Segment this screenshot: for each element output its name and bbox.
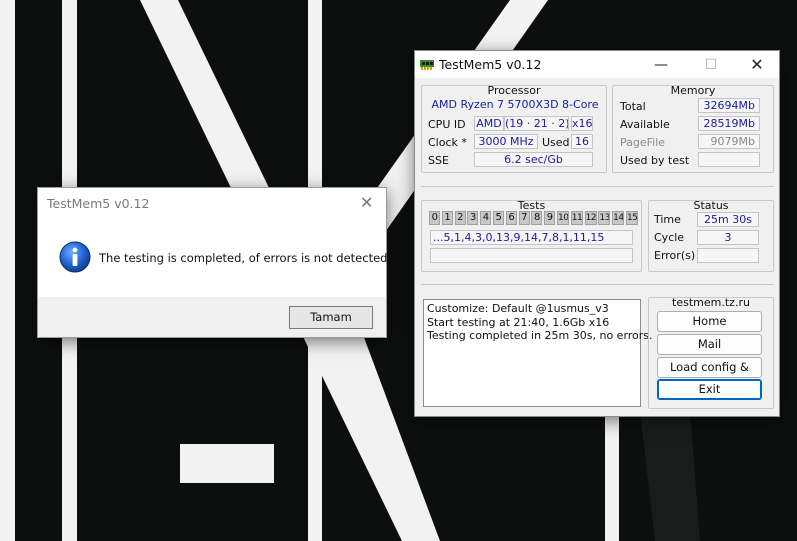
test-tile-0: 0: [429, 211, 440, 225]
message-box: TestMem5 v0.12 ✕ The testing is complete…: [37, 187, 391, 338]
used-by-test-field: [698, 152, 760, 167]
cycle-label: Cycle: [654, 231, 685, 244]
cpu-id-label: CPU ID: [428, 118, 466, 131]
processor-group-title: Processor: [487, 84, 541, 97]
cpu-name: AMD Ryzen 7 5700X3D 8-Core: [431, 98, 599, 111]
test-tile-3: 3: [467, 211, 479, 225]
test-tile-12: 12: [584, 211, 597, 225]
message-text: The testing is completed, of errors is n…: [99, 251, 392, 265]
close-button[interactable]: ✕: [737, 51, 777, 78]
log-line: Testing completed in 25m 30s, no errors.: [427, 329, 653, 342]
cpu-id-value-field: (19 · 21 · 2): [504, 116, 569, 131]
clock-label: Clock *: [428, 136, 467, 149]
test-tile-11: 11: [570, 211, 583, 225]
test-tile-5: 5: [492, 211, 504, 225]
total-label: Total: [620, 100, 646, 113]
used-by-test-label: Used by test: [620, 154, 690, 167]
memory-chip-icon: [420, 60, 434, 70]
info-icon: [59, 241, 91, 273]
log-output[interactable]: Customize: Default @1usmus_v3 Start test…: [423, 299, 653, 407]
home-button[interactable]: Home: [657, 311, 762, 332]
minimize-button[interactable]: —: [641, 51, 681, 78]
load-config-button[interactable]: Load config & exit: [657, 357, 762, 393]
site-link[interactable]: testmem.tz.ru: [649, 296, 773, 309]
total-field: 32694Mb: [698, 98, 760, 113]
sse-label: SSE: [428, 154, 449, 167]
test-tile-13: 13: [598, 211, 611, 225]
test-tile-9: 9: [544, 211, 556, 225]
cycle-field: 3: [697, 230, 759, 245]
mail-button[interactable]: Mail: [657, 334, 762, 355]
errors-field: [697, 248, 759, 263]
ok-button[interactable]: Tamam: [289, 306, 373, 329]
sse-field: 6.2 sec/Gb: [474, 152, 593, 167]
time-label: Time: [654, 213, 681, 226]
log-line: Customize: Default @1usmus_v3: [427, 302, 609, 315]
pagefile-label: PageFile: [620, 136, 666, 149]
close-icon: ✕: [360, 193, 374, 212]
testmem5-window: TestMem5 v0.12 — ☐ ✕ Processor AMD Ryzen…: [414, 50, 780, 417]
used-label: Used: [542, 136, 570, 149]
used-field: 16: [571, 134, 593, 149]
close-icon: ✕: [750, 55, 764, 74]
processor-group: Processor AMD Ryzen 7 5700X3D 8-Core CPU…: [421, 84, 607, 173]
clock-field: 3000 MHz: [474, 134, 538, 149]
test-tile-6: 6: [505, 211, 517, 225]
status-group-title: Status: [693, 199, 729, 212]
test-progress-field: [430, 248, 633, 263]
test-tile-10: 10: [556, 211, 569, 225]
memory-group-title: Memory: [670, 84, 716, 97]
separator-top: [421, 186, 774, 187]
maximize-button[interactable]: ☐: [691, 51, 731, 78]
log-line: Start testing at 21:40, 1.6Gb x16: [427, 315, 610, 329]
pagefile-field: 9079Mb: [698, 134, 760, 149]
maximize-icon: ☐: [704, 56, 718, 73]
separator-bottom: [421, 284, 774, 285]
test-tile-2: 2: [454, 211, 466, 225]
minimize-icon: —: [654, 56, 668, 73]
message-box-title-bar[interactable]: TestMem5 v0.12 ✕: [38, 188, 386, 218]
message-box-title: TestMem5 v0.12: [47, 196, 150, 211]
errors-label: Error(s): [654, 249, 696, 262]
test-tile-15: 15: [625, 211, 638, 225]
cpu-threads-field: x16: [571, 116, 593, 131]
status-group: Status Time 25m 30s Cycle 3 Error(s): [648, 199, 774, 272]
window-title: TestMem5 v0.12: [439, 57, 542, 72]
available-field: 28519Mb: [698, 116, 760, 131]
test-tile-8: 8: [531, 211, 543, 225]
test-sequence-field: ...5,1,4,3,0,13,9,14,7,8,1,11,15: [430, 230, 633, 245]
time-field: 25m 30s: [697, 212, 759, 227]
cpu-id-vendor-field: AMD: [474, 116, 504, 131]
test-tile-14: 14: [612, 211, 625, 225]
available-label: Available: [620, 118, 670, 131]
title-bar[interactable]: TestMem5 v0.12 — ☐ ✕: [415, 51, 779, 78]
test-tiles: 0 1 2 3 4 5 6 7 8 9 10 11 12 13 14 15: [429, 211, 640, 225]
memory-group: Memory Total 32694Mb Available 28519Mb P…: [612, 84, 774, 173]
test-tile-1: 1: [441, 211, 453, 225]
message-box-body: The testing is completed, of errors is n…: [38, 218, 391, 297]
message-box-close-button[interactable]: ✕: [360, 193, 373, 212]
test-tile-4: 4: [480, 211, 492, 225]
exit-button[interactable]: Exit: [657, 379, 762, 400]
test-tile-7: 7: [518, 211, 530, 225]
